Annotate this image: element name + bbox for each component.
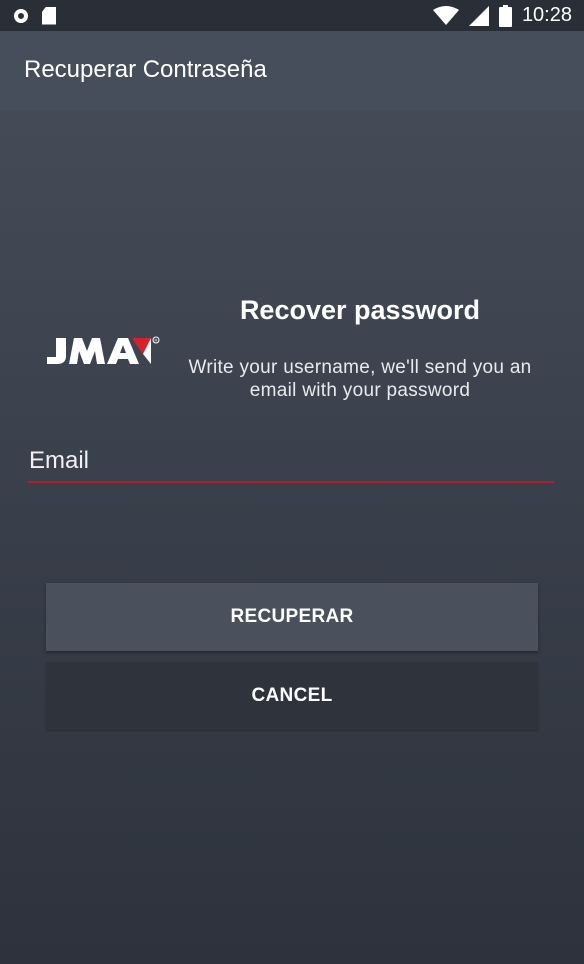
sd-card-icon xyxy=(42,6,56,25)
form-instructions: Write your username, we'll send you an e… xyxy=(188,357,532,401)
status-right-icons: 10:28 xyxy=(432,4,584,27)
page-title: Recuperar Contraseña xyxy=(24,56,267,83)
status-time: 10:28 xyxy=(521,4,572,26)
cell-signal-icon xyxy=(468,5,489,26)
battery-icon xyxy=(498,4,512,27)
form-heading: Recover password xyxy=(239,295,481,325)
cancel-button[interactable]: CANCEL xyxy=(46,662,538,730)
notification-circle-icon xyxy=(14,8,28,23)
email-input[interactable] xyxy=(28,441,554,483)
svg-text:R: R xyxy=(155,338,158,343)
recover-button[interactable]: RECUPERAR xyxy=(46,583,538,651)
recover-password-screen: R Recover password Write your username, … xyxy=(0,111,584,964)
status-bar: 10:28 xyxy=(0,0,584,31)
app-bar: Recuperar Contraseña xyxy=(0,31,584,111)
jma-logo: R xyxy=(47,336,160,364)
status-left-icons xyxy=(0,6,56,25)
wifi-icon xyxy=(432,5,459,25)
